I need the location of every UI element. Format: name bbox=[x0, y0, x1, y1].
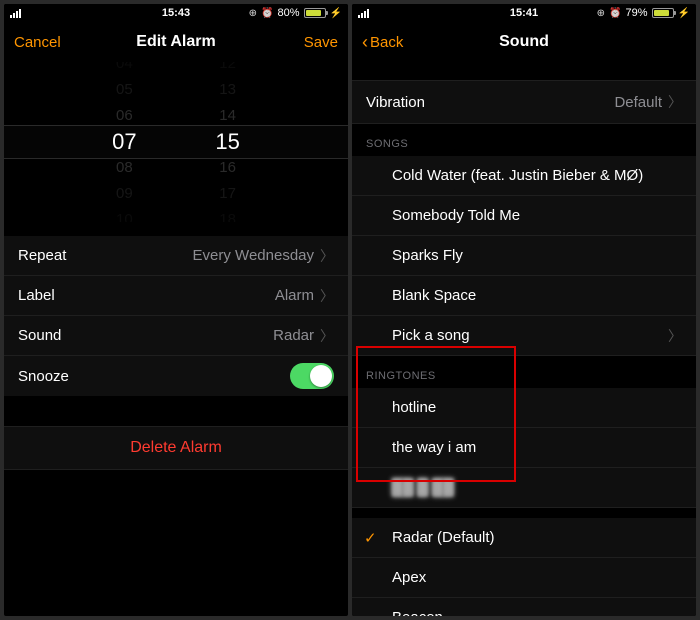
song-item[interactable]: Blank Space bbox=[352, 276, 696, 316]
status-bar: 15:43 ⊕ ⏰ 80% ⚡ bbox=[4, 4, 348, 22]
repeat-value: Every Wednesday bbox=[193, 247, 314, 264]
charging-icon: ⚡ bbox=[678, 8, 690, 19]
songs-header: SONGS bbox=[352, 124, 696, 156]
cancel-button[interactable]: Cancel bbox=[14, 34, 61, 51]
phone-edit-alarm: 15:43 ⊕ ⏰ 80% ⚡ Cancel Edit Alarm Save 0… bbox=[4, 4, 348, 616]
ringtone-item[interactable]: hotline bbox=[352, 388, 696, 428]
chevron-right-icon: 〉 bbox=[320, 246, 334, 266]
nav-bar: ‹ Back Sound bbox=[352, 22, 696, 62]
status-time: 15:43 bbox=[162, 7, 190, 19]
chevron-right-icon: 〉 bbox=[320, 326, 334, 346]
snooze-toggle[interactable] bbox=[290, 363, 334, 389]
ringtones-header: RINGTONES bbox=[352, 356, 696, 388]
label-row[interactable]: Label Alarm 〉 bbox=[4, 276, 348, 316]
nav-title: Sound bbox=[499, 33, 549, 51]
location-icon: ⊕ bbox=[249, 8, 257, 19]
charging-icon: ⚡ bbox=[330, 8, 342, 19]
sound-row[interactable]: Sound Radar 〉 bbox=[4, 316, 348, 356]
battery-icon bbox=[304, 8, 326, 18]
location-icon: ⊕ bbox=[597, 8, 605, 19]
chevron-right-icon: 〉 bbox=[320, 286, 334, 306]
phone-sound: 15:41 ⊕ ⏰ 79% ⚡ ‹ Back Sound Vibration D… bbox=[352, 4, 696, 616]
nav-title: Edit Alarm bbox=[136, 33, 215, 51]
ringtone-item-selected[interactable]: ✓ Radar (Default) bbox=[352, 518, 696, 558]
repeat-label: Repeat bbox=[18, 247, 66, 264]
snooze-row: Snooze bbox=[4, 356, 348, 396]
battery-icon bbox=[652, 8, 674, 18]
alarm-icon: ⏰ bbox=[609, 8, 621, 19]
label-value: Alarm bbox=[275, 287, 314, 304]
vibration-label: Vibration bbox=[366, 94, 425, 111]
chevron-right-icon: 〉 bbox=[668, 326, 682, 346]
battery-percent: 80% bbox=[278, 7, 300, 19]
song-item[interactable]: Somebody Told Me bbox=[352, 196, 696, 236]
pick-a-song-row[interactable]: Pick a song 〉 bbox=[352, 316, 696, 356]
song-item[interactable]: Sparks Fly bbox=[352, 236, 696, 276]
delete-alarm-button[interactable]: Delete Alarm bbox=[4, 426, 348, 470]
song-item[interactable]: Cold Water (feat. Justin Bieber & MØ) bbox=[352, 156, 696, 196]
hour-wheel[interactable]: 04 05 06 07 08 09 10 bbox=[73, 62, 176, 222]
alarm-icon: ⏰ bbox=[261, 8, 273, 19]
alarm-settings-group: Repeat Every Wednesday 〉 Label Alarm 〉 Sou… bbox=[4, 236, 348, 396]
status-bar: 15:41 ⊕ ⏰ 79% ⚡ bbox=[352, 4, 696, 22]
sound-label: Sound bbox=[18, 327, 61, 344]
signal-icon bbox=[10, 9, 21, 18]
back-button[interactable]: ‹ Back bbox=[362, 33, 403, 51]
sound-value: Radar bbox=[273, 327, 314, 344]
chevron-right-icon: 〉 bbox=[668, 92, 682, 112]
save-button[interactable]: Save bbox=[304, 34, 338, 51]
ringtone-item-redacted[interactable]: ██ █ ██ bbox=[352, 468, 696, 508]
battery-percent: 79% bbox=[626, 7, 648, 19]
ringtone-item[interactable]: the way i am bbox=[352, 428, 696, 468]
nav-bar: Cancel Edit Alarm Save bbox=[4, 22, 348, 62]
ringtone-item[interactable]: Beacon bbox=[352, 598, 696, 616]
minute-wheel[interactable]: 12 13 14 15 16 17 18 bbox=[176, 62, 279, 222]
status-time: 15:41 bbox=[510, 7, 538, 19]
time-picker[interactable]: 04 05 06 07 08 09 10 12 13 14 15 16 17 1… bbox=[4, 62, 348, 222]
label-label: Label bbox=[18, 287, 55, 304]
snooze-label: Snooze bbox=[18, 368, 69, 385]
chevron-left-icon: ‹ bbox=[362, 33, 368, 51]
check-icon: ✓ bbox=[364, 529, 377, 547]
signal-icon bbox=[358, 9, 369, 18]
ringtone-item[interactable]: Apex bbox=[352, 558, 696, 598]
vibration-row[interactable]: Vibration Default 〉 bbox=[352, 80, 696, 124]
vibration-value: Default bbox=[614, 94, 662, 111]
repeat-row[interactable]: Repeat Every Wednesday 〉 bbox=[4, 236, 348, 276]
